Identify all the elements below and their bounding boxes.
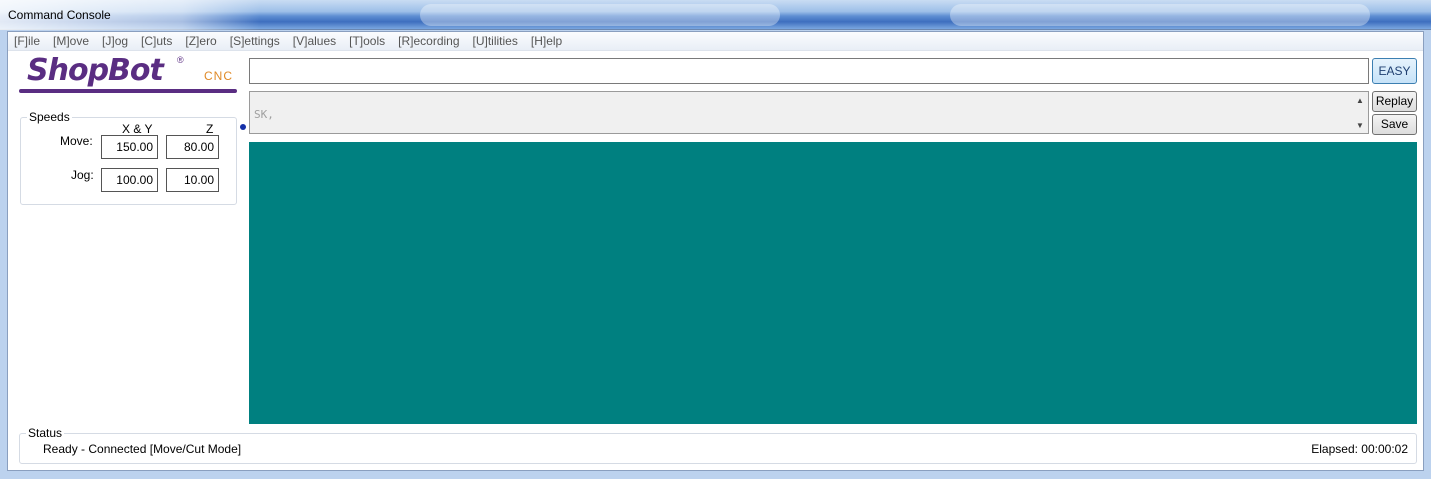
menu-utilities[interactable]: [U]tilities [473,34,518,48]
menu-help[interactable]: [H]elp [531,34,562,48]
scroll-down-icon[interactable]: ▼ [1356,121,1364,130]
logo-underline [19,89,237,93]
status-text: Ready - Connected [Move/Cut Mode] [43,442,242,456]
status-legend: Status [26,426,65,440]
menu-file[interactable]: [F]ile [14,34,40,48]
window-frame: [F]ile [M]ove [J]og [C]uts [Z]ero [S]ett… [0,30,1431,479]
title-bar-reflection [950,4,1370,26]
window-title: Command Console [8,8,111,22]
speeds-legend: Speeds [27,110,72,124]
title-bar[interactable]: Command Console [0,0,1431,30]
menu-recording[interactable]: [R]ecording [398,34,459,48]
menu-jog[interactable]: [J]og [102,34,128,48]
menu-settings[interactable]: [S]ettings [230,34,280,48]
menu-cuts[interactable]: [C]uts [141,34,172,48]
move-z-speed-field[interactable]: 80.00 [166,135,219,159]
command-input[interactable] [249,58,1369,84]
jog-label: Jog: [71,168,94,182]
history-text: SK, [254,108,274,121]
logo-cnc: CNC [204,69,233,83]
logo-brand: ShopBot [27,53,164,88]
elapsed-time: Elapsed: 00:00:02 [1311,442,1408,456]
save-button[interactable]: Save [1372,114,1417,135]
tool-display-area[interactable] [249,142,1417,424]
scroll-up-icon[interactable]: ▲ [1356,96,1364,105]
speeds-group: Speeds X & Y Z Move: Jog: 150.00 80.00 1… [20,110,237,205]
col-header-xy: X & Y [122,122,153,136]
indicator-dot [240,124,246,130]
menu-values[interactable]: [V]alues [293,34,336,48]
title-bar-reflection [420,4,780,26]
move-label: Move: [60,134,93,148]
jog-xy-speed-field[interactable]: 100.00 [101,168,158,192]
col-header-z: Z [206,122,214,136]
shopbot-logo: ShopBot ® CNC [19,53,239,99]
menu-tools[interactable]: [T]ools [349,34,385,48]
easy-button[interactable]: EASY [1372,58,1417,84]
history-scrollbar[interactable]: ▲ ▼ [1352,92,1368,133]
replay-button[interactable]: Replay [1372,91,1417,112]
menu-bar: [F]ile [M]ove [J]og [C]uts [Z]ero [S]ett… [8,32,1423,51]
command-history[interactable]: SK, ▲ ▼ [249,91,1369,134]
logo-registered-mark: ® [177,55,184,65]
client-area: [F]ile [M]ove [J]og [C]uts [Z]ero [S]ett… [7,31,1424,471]
status-group: Status Ready - Connected [Move/Cut Mode]… [19,426,1417,464]
jog-z-speed-field[interactable]: 10.00 [166,168,219,192]
menu-move[interactable]: [M]ove [53,34,89,48]
move-xy-speed-field[interactable]: 150.00 [101,135,158,159]
menu-zero[interactable]: [Z]ero [185,34,216,48]
